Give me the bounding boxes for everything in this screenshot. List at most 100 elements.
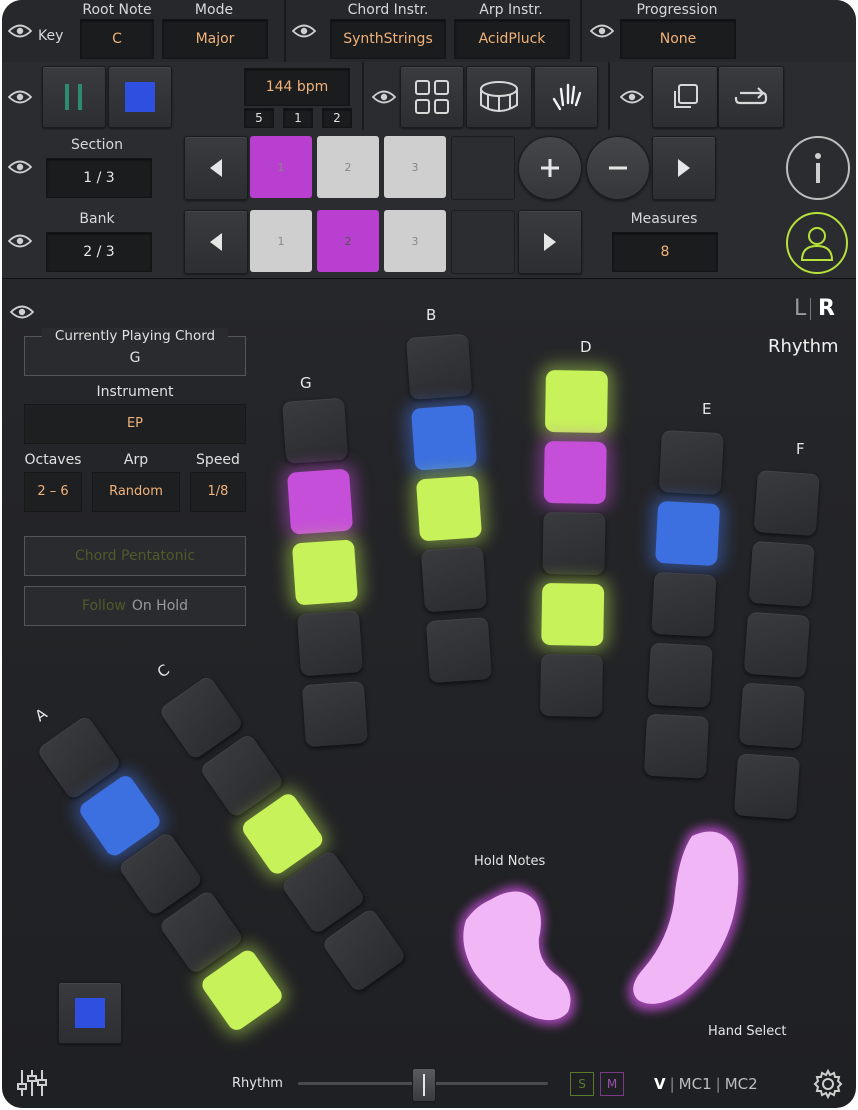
finger-pad[interactable] [544,370,608,434]
finger-pad[interactable] [647,642,713,708]
bank-prev-button[interactable] [184,210,248,274]
finger-pad[interactable] [655,500,721,567]
finger-pad[interactable] [748,540,815,608]
hand-mode-button[interactable] [534,66,598,128]
tempo-display[interactable]: 144 bpm [244,68,350,106]
finger-pad[interactable] [420,546,488,613]
eye-icon[interactable] [10,304,34,320]
rhythm-slider-thumb[interactable] [412,1068,436,1102]
finger-pad[interactable] [296,610,364,677]
mute-button[interactable]: M [600,1072,624,1096]
user-button[interactable] [786,212,848,274]
finger-pad[interactable] [282,397,349,464]
mc1-option[interactable]: MC1 [679,1075,712,1093]
divider [810,298,811,320]
drum-button[interactable] [466,66,532,128]
finger-pad[interactable] [539,653,604,718]
eye-icon[interactable] [8,89,32,105]
mc2-option[interactable]: MC2 [725,1075,758,1093]
eye-icon[interactable] [8,159,32,175]
follow-on-hold-toggle[interactable]: Follow On Hold [24,586,246,626]
bank-value: 2 / 3 [46,232,152,272]
hand-right-toggle[interactable]: R [818,296,835,321]
root-note-selector[interactable]: C [80,19,154,59]
section-pad-empty[interactable] [451,136,515,200]
mixer-icon[interactable] [16,1068,48,1098]
minus-icon [609,166,627,170]
section-pad-2[interactable]: 2 [317,136,379,198]
arp-instrument-selector[interactable]: AcidPluck [454,19,570,59]
hold-notes-pad[interactable] [450,876,590,1036]
finger-pad[interactable] [410,404,478,471]
hand-select-pad[interactable] [616,818,756,1028]
finger-pad[interactable] [415,475,483,542]
section-pad-1[interactable]: 1 [250,136,312,198]
grid-view-button[interactable] [400,66,464,128]
finger-pad[interactable] [291,539,359,606]
finger-pad[interactable] [301,680,368,748]
finger-pad[interactable] [738,682,805,749]
user-icon [800,227,834,261]
bank-pad-1[interactable]: 1 [250,210,312,272]
finger-label: C [153,660,173,682]
mode-title: Rhythm [768,336,839,357]
progression-selector[interactable]: None [620,19,736,59]
chord-instrument-selector[interactable]: SynthStrings [330,19,446,59]
octaves-value: 2 – 6 [37,484,69,499]
section-prev-button[interactable] [184,136,248,200]
bank-next-button[interactable] [518,210,582,274]
finger-pad[interactable] [541,582,605,647]
solo-button[interactable]: S [570,1072,594,1096]
finger-pad[interactable] [406,333,473,400]
stop-icon [75,998,105,1028]
measures-value[interactable]: 8 [612,232,718,272]
finger-pad[interactable] [658,430,724,496]
hand-left-toggle[interactable]: L [794,296,806,321]
eye-icon[interactable] [590,23,614,39]
finger-pad[interactable] [651,571,717,637]
stop-button[interactable] [108,66,172,128]
finger-pad[interactable] [643,713,710,779]
chord-instr-label: Chord Instr. [347,2,429,18]
finger-pad[interactable] [753,470,820,537]
separator: | [669,1075,675,1093]
current-chord-label: Currently Playing Chord [42,328,228,344]
finger-pad[interactable] [425,616,492,684]
duplicate-button[interactable] [652,66,718,128]
section-value: 1 / 3 [46,158,152,198]
bank-pad-2[interactable]: 2 [317,210,379,272]
bank-pad-empty[interactable] [451,210,515,274]
section-next-button[interactable] [652,136,716,200]
section-pad-3[interactable]: 3 [384,136,446,198]
eye-icon[interactable] [372,89,396,105]
instrument-label: Instrument [96,384,174,400]
separator: | [715,1075,721,1093]
finger-pad[interactable] [733,753,801,820]
finger-pad[interactable] [743,611,810,678]
position-tick: 2 [322,108,352,128]
finger-pad[interactable] [543,440,607,505]
eye-icon[interactable] [8,23,32,39]
chord-pentatonic-toggle[interactable]: Chord Pentatonic [24,536,246,576]
eye-icon[interactable] [8,233,32,249]
v-option[interactable]: V [654,1075,666,1093]
pause-button[interactable] [42,66,106,128]
loop-button[interactable] [718,66,784,128]
hand-lines-icon [552,83,582,111]
arp-value: Random [109,484,163,499]
finger-pad[interactable] [286,468,354,535]
remove-section-button[interactable] [586,136,650,200]
finger-pad[interactable] [542,511,606,576]
record-stop-button[interactable] [58,982,122,1044]
gear-icon[interactable] [812,1068,844,1100]
rhythm-slider-label: Rhythm [232,1076,283,1091]
arp-instr-label: Arp Instr. [479,2,543,18]
eye-icon[interactable] [620,89,644,105]
mode-selector[interactable]: Major [162,19,268,59]
bank-pad-3[interactable]: 3 [384,210,446,272]
add-section-button[interactable] [518,136,582,200]
bank-row: Bank 2 / 3 1 2 3 Measures 8 [2,204,856,279]
info-button[interactable] [786,136,850,200]
arrow-left-icon [210,233,222,251]
eye-icon[interactable] [292,23,316,39]
